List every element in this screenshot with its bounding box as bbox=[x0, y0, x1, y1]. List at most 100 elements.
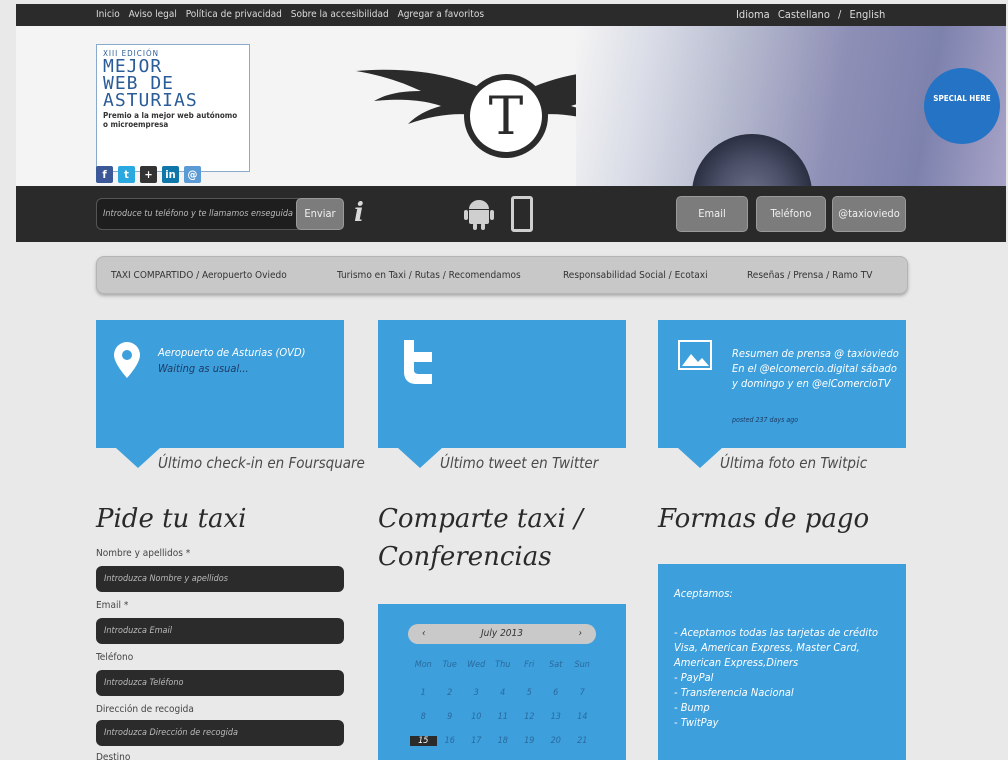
email-button[interactable]: Email bbox=[676, 196, 748, 232]
language-selector: Idioma Castellano / English bbox=[736, 8, 890, 21]
language-en[interactable]: English bbox=[850, 8, 886, 21]
twitpic-card[interactable]: Resumen de prensa @ taxioviedo En el @el… bbox=[658, 320, 906, 468]
twitpic-caption: Última foto en Twitpic bbox=[720, 454, 868, 472]
destination-label: Destino bbox=[96, 752, 131, 760]
calendar-day[interactable]: 8 bbox=[410, 712, 437, 722]
email-icon[interactable]: @ bbox=[184, 166, 201, 183]
calendar-header: ‹ July 2013 › bbox=[408, 624, 596, 644]
calendar-week: 8 9 10 11 12 13 14 bbox=[410, 712, 596, 722]
checkin-place[interactable]: Aeropuerto de Asturias (OVD) bbox=[158, 346, 305, 359]
phone-button[interactable]: Teléfono bbox=[756, 196, 826, 232]
info-icon[interactable]: i bbox=[354, 198, 364, 228]
calendar-days: Mon Tue Wed Thu Fri Sat Sun bbox=[410, 660, 596, 670]
calendar-day[interactable]: 3 bbox=[463, 688, 490, 698]
order-title: Pide tu taxi bbox=[96, 504, 247, 534]
day-header: Thu bbox=[495, 660, 511, 670]
calendar-day[interactable]: 13 bbox=[543, 712, 570, 722]
email-input[interactable]: Introduzca Email bbox=[96, 618, 344, 644]
share-title-2: Conferencias bbox=[378, 542, 552, 572]
email-label: Email * bbox=[96, 600, 129, 611]
card-notch bbox=[678, 448, 722, 468]
language-label: Idioma bbox=[736, 8, 770, 21]
calendar-week: 15 16 17 18 19 20 21 bbox=[410, 736, 596, 746]
twitpic-text: Resumen de prensa @ taxioviedo En el @el… bbox=[732, 347, 899, 390]
pickup-input[interactable]: Introduzca Dirección de recogida bbox=[96, 720, 344, 746]
award-line3: ASTURIAS bbox=[103, 90, 198, 111]
nav-item-responsabilidad[interactable]: Responsabilidad Social / Ecotaxi bbox=[563, 270, 708, 281]
payment-box: Aceptamos: - Aceptamos todas las tarjeta… bbox=[658, 564, 906, 760]
linkedin-icon[interactable]: in bbox=[162, 166, 179, 183]
payment-line: - PayPal bbox=[674, 671, 714, 684]
calendar-day[interactable]: 11 bbox=[490, 712, 517, 722]
twitter-button[interactable]: @taxioviedo bbox=[832, 196, 906, 232]
calendar-day[interactable]: 7 bbox=[569, 688, 596, 698]
pickup-label: Dirección de recogida bbox=[96, 704, 194, 715]
google-plus-icon[interactable]: + bbox=[140, 166, 157, 183]
twitter-caption: Último tweet en Twitter bbox=[440, 454, 599, 472]
calendar-day[interactable]: 5 bbox=[516, 688, 543, 698]
taxi-car-image: SPECIAL HERE bbox=[576, 26, 1006, 186]
phone-input[interactable]: Introduzca Teléfono bbox=[96, 670, 344, 696]
twitter-card[interactable] bbox=[378, 320, 626, 468]
calendar-day-today[interactable]: 15 bbox=[410, 736, 437, 746]
contact-toolbar: Introduce tu teléfono y te llamamos ense… bbox=[16, 186, 1006, 242]
language-es[interactable]: Castellano bbox=[778, 8, 830, 21]
share-title-1: Comparte taxi / bbox=[378, 504, 583, 534]
send-button[interactable]: Enviar bbox=[296, 198, 344, 230]
language-separator: / bbox=[838, 8, 842, 21]
calendar-day[interactable]: 17 bbox=[463, 736, 490, 746]
top-links: Inicio Aviso legal Política de privacida… bbox=[96, 9, 490, 20]
calendar-day[interactable]: 14 bbox=[569, 712, 596, 722]
car-wheel bbox=[692, 134, 812, 186]
facebook-icon[interactable]: f bbox=[96, 166, 113, 183]
calendar-day[interactable]: 4 bbox=[490, 688, 517, 698]
payment-line: - Transferencia Nacional bbox=[674, 686, 794, 699]
phone-callback-input[interactable]: Introduce tu teléfono y te llamamos ense… bbox=[96, 198, 304, 230]
nav-item-resenas[interactable]: Reseñas / Prensa / Ramo TV bbox=[747, 270, 872, 281]
nav-item-taxi-compartido[interactable]: TAXI COMPARTIDO / Aeropuerto Oviedo bbox=[111, 270, 287, 281]
calendar-week: 1 2 3 4 5 6 7 bbox=[410, 688, 596, 698]
calendar-day[interactable]: 10 bbox=[463, 712, 490, 722]
calendar-day[interactable]: 6 bbox=[543, 688, 570, 698]
logo-letter: T bbox=[489, 87, 524, 147]
main-nav: TAXI COMPARTIDO / Aeropuerto Oviedo Turi… bbox=[96, 256, 908, 294]
calendar-day[interactable]: 18 bbox=[490, 736, 517, 746]
calendar-day[interactable]: 12 bbox=[516, 712, 543, 722]
link-aviso-legal[interactable]: Aviso legal bbox=[129, 9, 177, 20]
day-header: Fri bbox=[524, 660, 535, 670]
link-inicio[interactable]: Inicio bbox=[96, 9, 120, 20]
special-sticker: SPECIAL HERE bbox=[924, 68, 1000, 144]
calendar-day[interactable]: 19 bbox=[516, 736, 543, 746]
calendar-day[interactable]: 16 bbox=[437, 736, 464, 746]
checkin-text: Waiting as usual... bbox=[158, 362, 249, 375]
iphone-icon[interactable] bbox=[511, 196, 533, 232]
foursquare-caption: Último check-in en Foursquare bbox=[158, 454, 365, 472]
name-input[interactable]: Introduzca Nombre y apellidos bbox=[96, 566, 344, 592]
name-label: Nombre y apellidos * bbox=[96, 548, 191, 559]
link-accesibilidad[interactable]: Sobre la accesibilidad bbox=[291, 9, 389, 20]
calendar-day[interactable]: 9 bbox=[437, 712, 464, 722]
nav-item-turismo[interactable]: Turismo en Taxi / Rutas / Recomendamos bbox=[337, 270, 521, 281]
calendar-prev-button[interactable]: ‹ bbox=[422, 624, 426, 644]
calendar-next-button[interactable]: › bbox=[578, 624, 582, 644]
award-desc: Premio a la mejor web autónomo o microem… bbox=[103, 111, 238, 129]
foursquare-card[interactable]: Aeropuerto de Asturias (OVD) Waiting as … bbox=[96, 320, 344, 468]
calendar-day[interactable]: 1 bbox=[410, 688, 437, 698]
day-header: Sun bbox=[574, 660, 590, 670]
twitter-t-icon bbox=[404, 340, 432, 384]
twitter-icon[interactable]: t bbox=[118, 166, 135, 183]
calendar-day[interactable]: 21 bbox=[569, 736, 596, 746]
calendar: ‹ July 2013 › Mon Tue Wed Thu Fri Sat Su… bbox=[378, 604, 626, 760]
calendar-day[interactable]: 2 bbox=[437, 688, 464, 698]
card-notch bbox=[398, 448, 442, 468]
payment-line: - Bump bbox=[674, 701, 710, 714]
payment-line: - TwitPay bbox=[674, 716, 719, 729]
calendar-month: July 2013 bbox=[481, 628, 523, 639]
link-favoritos[interactable]: Agregar a favoritos bbox=[398, 9, 484, 20]
link-privacidad[interactable]: Política de privacidad bbox=[186, 9, 282, 20]
android-icon[interactable] bbox=[464, 198, 494, 230]
day-header: Tue bbox=[442, 660, 457, 670]
photo-icon bbox=[678, 340, 712, 370]
calendar-day[interactable]: 20 bbox=[543, 736, 570, 746]
award-badge[interactable]: XIII EDICIÓN MEJOR WEB DE ASTURIAS Premi… bbox=[96, 44, 250, 172]
